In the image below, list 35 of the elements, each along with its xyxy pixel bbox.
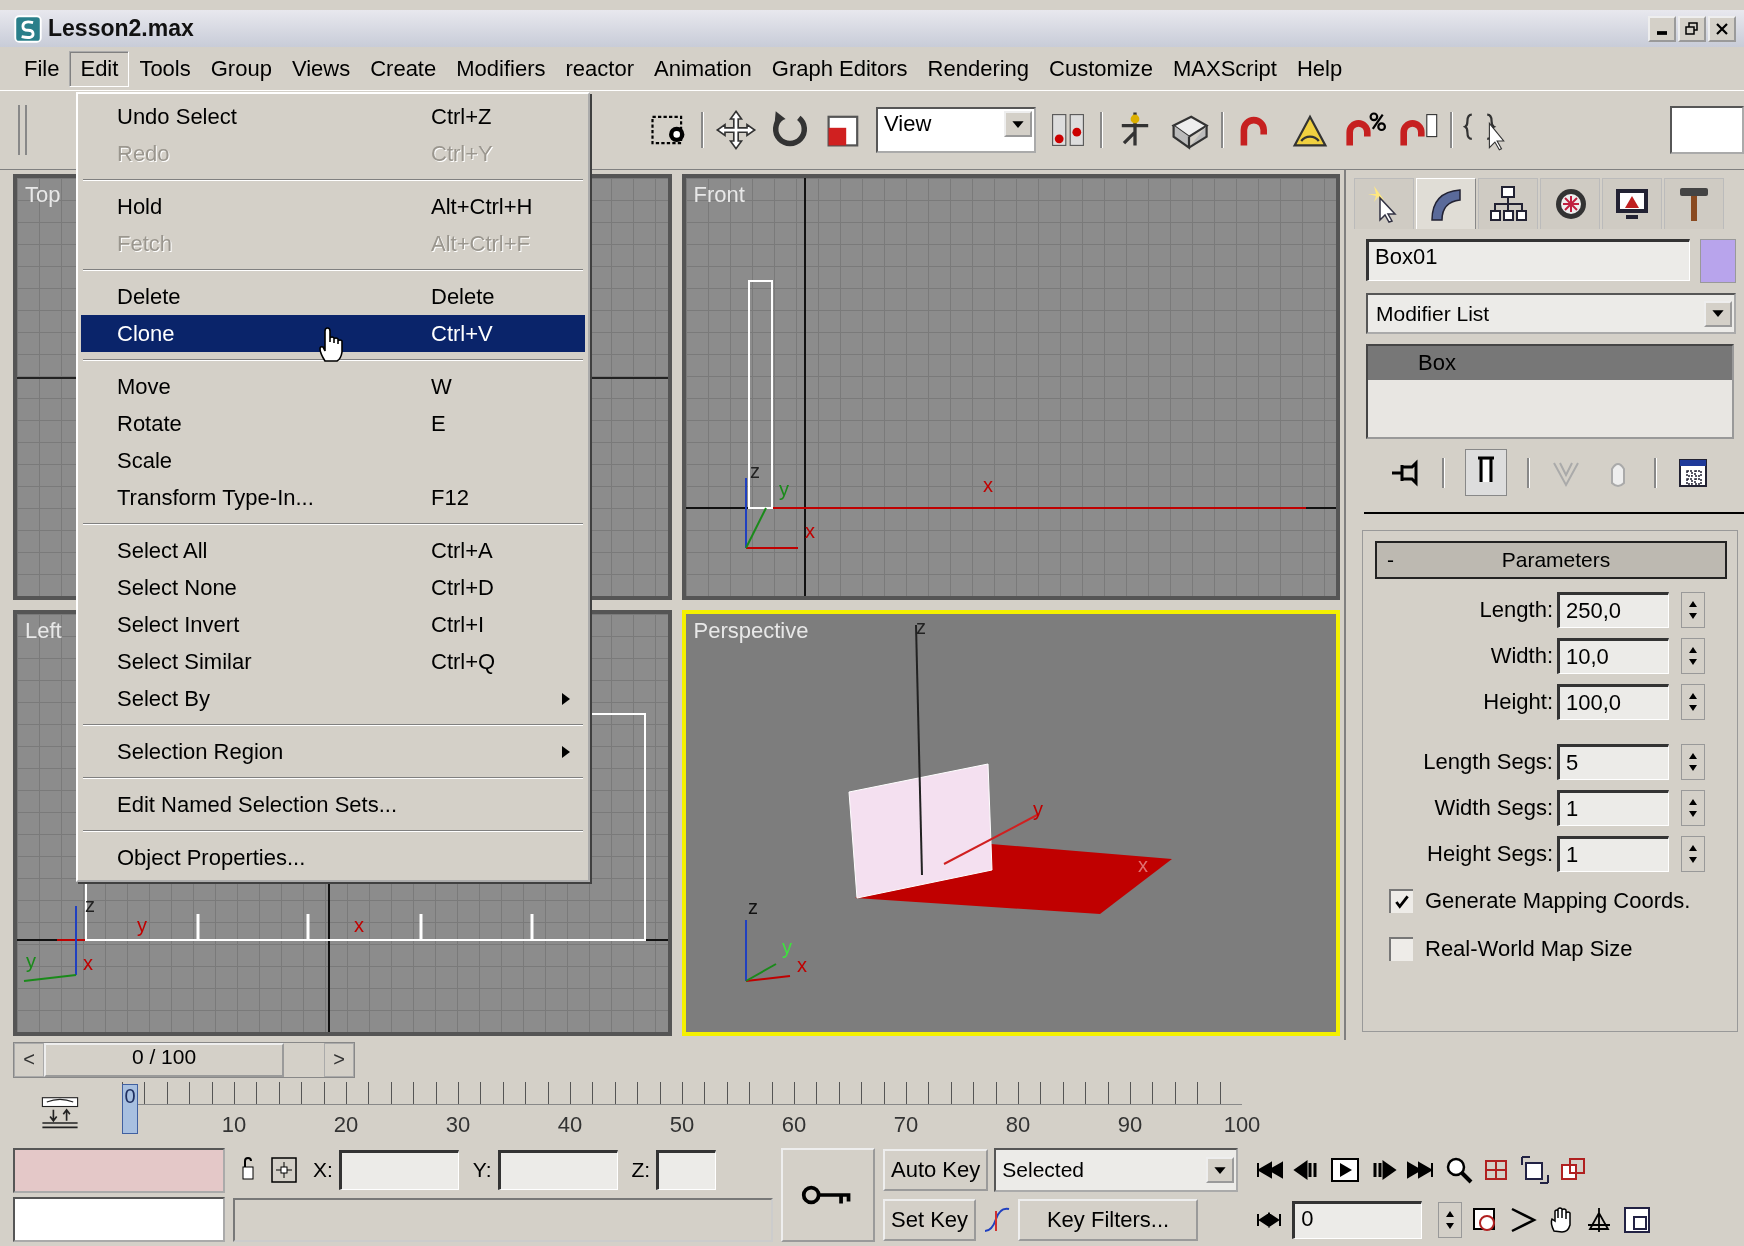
frame-tick-label: 70 (893, 1112, 919, 1138)
axis-label: y (781, 936, 792, 959)
axis-label: x (83, 952, 93, 975)
window-title: Lesson2.max (48, 15, 195, 43)
frame-tick-label: 30 (445, 1112, 471, 1138)
axis-label: x (354, 914, 364, 937)
parameter-label: Height: (1483, 689, 1553, 716)
parameter-label: Length Segs: (1423, 749, 1553, 776)
parameter-label: Width: (1490, 643, 1553, 670)
axis-label: y (778, 478, 789, 501)
axis-label: z (749, 460, 760, 483)
axis-label: x (796, 954, 807, 977)
checkbox-label: Generate Mapping Coords. (1425, 888, 1691, 915)
parameter-label: Height Segs: (1427, 841, 1553, 868)
frame-tick-label: 20 (333, 1112, 359, 1138)
axis-label: y (1032, 798, 1043, 821)
coordinate-label: X: (313, 1158, 333, 1182)
axis-label: y (26, 950, 36, 973)
frame-tick-label: 60 (781, 1112, 807, 1138)
frame-tick-label: 90 (1117, 1112, 1143, 1138)
frame-tick-label: 40 (557, 1112, 583, 1138)
axis-label: x (1137, 854, 1148, 877)
frame-tick-label: 50 (669, 1112, 695, 1138)
frame-tick-label: 100 (1223, 1112, 1261, 1138)
parameter-label: Length: (1479, 597, 1553, 624)
axis-label: x (982, 474, 993, 497)
coordinate-label: Y: (472, 1158, 492, 1182)
checkbox-label: Real-World Map Size (1425, 936, 1633, 963)
coordinate-label: Z: (631, 1158, 651, 1182)
frame-tick-label: 10 (221, 1112, 247, 1138)
parameter-label: Width Segs: (1434, 795, 1553, 822)
frame-tick-label: 80 (1005, 1112, 1031, 1138)
axis-label: y (137, 914, 147, 937)
axis-label: z (915, 616, 926, 639)
axis-label: z (747, 896, 758, 919)
